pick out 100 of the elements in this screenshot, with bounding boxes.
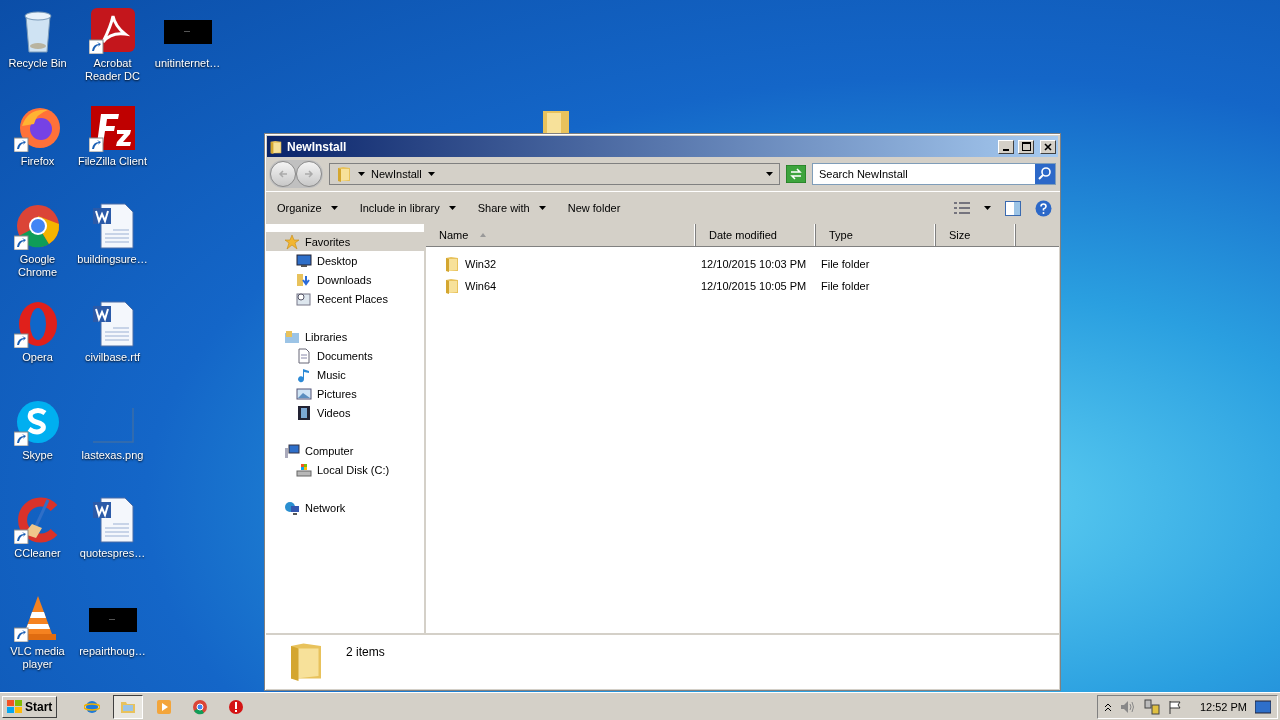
network-icon[interactable] bbox=[1143, 698, 1160, 715]
type-cell: File folder bbox=[821, 280, 870, 292]
item-count: 2 items bbox=[346, 645, 385, 659]
desktop-icon-label[interactable]: Firefox bbox=[0, 155, 75, 168]
maximize-icon bbox=[1021, 142, 1031, 151]
folder-icon bbox=[444, 278, 460, 294]
chevron-up-icon[interactable] bbox=[1103, 701, 1112, 712]
navigation-item[interactable]: Libraries bbox=[266, 327, 424, 346]
file-row[interactable]: Win64 12/10/2015 10:05 PM File folder bbox=[426, 275, 1059, 297]
desktop-icon-label[interactable]: CCleaner bbox=[0, 547, 75, 560]
breadcrumb-item[interactable]: NewInstall bbox=[371, 168, 422, 180]
network-icon bbox=[284, 499, 300, 516]
maximize-button[interactable] bbox=[1018, 139, 1034, 154]
play-icon bbox=[156, 698, 173, 715]
window-title: NewInstall bbox=[287, 139, 348, 154]
picture-icon bbox=[296, 385, 312, 402]
desktop-icon-label[interactable]: Recycle Bin bbox=[0, 57, 75, 70]
desktop-icon-label[interactable]: repairthoug… bbox=[75, 645, 150, 658]
forward-button[interactable] bbox=[296, 161, 322, 187]
navigation-item[interactable]: Desktop bbox=[266, 251, 424, 270]
close-icon bbox=[1044, 142, 1052, 151]
flag-icon[interactable] bbox=[1167, 699, 1182, 714]
file-row[interactable]: Win32 12/10/2015 10:03 PM File folder bbox=[426, 253, 1059, 275]
column-header[interactable]: Date modified bbox=[696, 224, 816, 246]
navigation-item[interactable]: Local Disk (C:) bbox=[266, 460, 424, 479]
toolbar-button[interactable]: Organize bbox=[273, 200, 342, 216]
file-name: Win32 bbox=[465, 258, 497, 270]
film-icon bbox=[296, 404, 312, 421]
date-modified-cell: 12/10/2015 10:03 PM bbox=[701, 258, 807, 270]
navigation-item[interactable]: Recent Places bbox=[266, 289, 424, 308]
file-name: Win64 bbox=[465, 280, 497, 292]
forward-arrow-icon bbox=[304, 169, 314, 179]
clock[interactable]: 12:52 PM bbox=[1199, 700, 1247, 713]
folder-icon bbox=[444, 256, 460, 272]
music-note-icon bbox=[296, 366, 312, 383]
history-dropdown-icon bbox=[766, 172, 773, 176]
folder-icon bbox=[336, 166, 352, 182]
show-desktop-icon[interactable] bbox=[1255, 699, 1271, 714]
column-header[interactable]: Name bbox=[426, 224, 696, 246]
navigation-item[interactable]: Music bbox=[266, 365, 424, 384]
toolbar-button[interactable]: Include in library bbox=[355, 200, 460, 216]
navigation-item[interactable]: Pictures bbox=[266, 384, 424, 403]
dropdown-caret-icon bbox=[448, 206, 456, 210]
sort-arrow-icon bbox=[480, 233, 487, 237]
desktop-icon-label[interactable]: Acrobat Reader DC bbox=[75, 57, 150, 83]
breadcrumb-caret-icon bbox=[427, 172, 435, 176]
navigation-item[interactable]: Downloads bbox=[266, 270, 424, 289]
star-icon bbox=[284, 233, 300, 250]
navigation-item[interactable]: Videos bbox=[266, 403, 424, 422]
document-icon bbox=[296, 347, 312, 364]
dropdown-caret-icon bbox=[538, 206, 546, 210]
desktop-icon-label[interactable]: Google Chrome bbox=[0, 253, 75, 279]
library-icon bbox=[284, 328, 300, 345]
minimize-button[interactable] bbox=[998, 139, 1014, 154]
navigation-item[interactable]: Computer bbox=[266, 441, 424, 460]
desktop-icon-label[interactable]: VLC media player bbox=[0, 645, 75, 671]
desktop-icon-label[interactable]: unitinternet… bbox=[150, 57, 225, 70]
toolbar-button[interactable]: Share with bbox=[473, 200, 550, 216]
desktop-icon-label[interactable]: quotespres… bbox=[75, 547, 150, 560]
back-arrow-icon bbox=[278, 169, 288, 179]
stop-sign-icon bbox=[228, 698, 245, 715]
type-cell: File folder bbox=[821, 258, 870, 270]
browser-e-icon bbox=[84, 698, 101, 715]
close-button[interactable] bbox=[1040, 139, 1056, 154]
navigation-item[interactable]: Documents bbox=[266, 346, 424, 365]
browser-logo-icon bbox=[192, 698, 209, 715]
desktop-icon-label[interactable]: lastexas.png bbox=[75, 449, 150, 462]
column-header[interactable]: Type bbox=[816, 224, 936, 246]
start-button[interactable]: Start bbox=[2, 695, 58, 718]
back-button[interactable] bbox=[270, 161, 296, 187]
hard-drive-icon bbox=[296, 461, 312, 478]
windows-logo-icon bbox=[7, 699, 23, 714]
minimize-icon bbox=[1003, 148, 1009, 151]
navigation-item[interactable]: Network bbox=[266, 498, 424, 517]
desktop-icon-label[interactable]: Skype bbox=[0, 449, 75, 462]
computer-icon bbox=[284, 442, 300, 459]
search-icon[interactable] bbox=[1035, 164, 1055, 184]
desktop-icon-label[interactable]: civilbase.rtf bbox=[75, 351, 150, 364]
column-header[interactable]: Size bbox=[936, 224, 1016, 246]
date-modified-cell: 12/10/2015 10:05 PM bbox=[701, 280, 807, 292]
address-bar[interactable]: NewInstall bbox=[329, 163, 780, 185]
recent-places-icon bbox=[296, 290, 312, 307]
toolbar-button[interactable]: New folder bbox=[563, 200, 625, 216]
download-folder-icon bbox=[296, 271, 312, 288]
navigation-item[interactable]: Favorites bbox=[266, 232, 424, 251]
taskbar-app-button[interactable] bbox=[113, 694, 144, 719]
help-icon[interactable] bbox=[1035, 199, 1052, 217]
preview-pane-icon[interactable] bbox=[1005, 200, 1021, 216]
desktop-icon-label[interactable]: buildingsure… bbox=[75, 253, 150, 266]
view-dropdown-icon bbox=[984, 206, 991, 210]
desktop-icon-label[interactable]: Opera bbox=[0, 351, 75, 364]
breadcrumb-caret-icon bbox=[358, 172, 365, 176]
monitor-icon bbox=[296, 252, 312, 269]
refresh-icon[interactable] bbox=[786, 165, 806, 183]
folder-icon bbox=[269, 139, 283, 154]
desktop-icon-label[interactable]: FileZilla Client bbox=[75, 155, 150, 168]
folder-icon bbox=[541, 111, 571, 133]
dropdown-caret-icon bbox=[330, 206, 338, 210]
view-options-icon[interactable] bbox=[954, 201, 970, 215]
search-field[interactable]: Search NewInstall bbox=[812, 163, 1056, 185]
